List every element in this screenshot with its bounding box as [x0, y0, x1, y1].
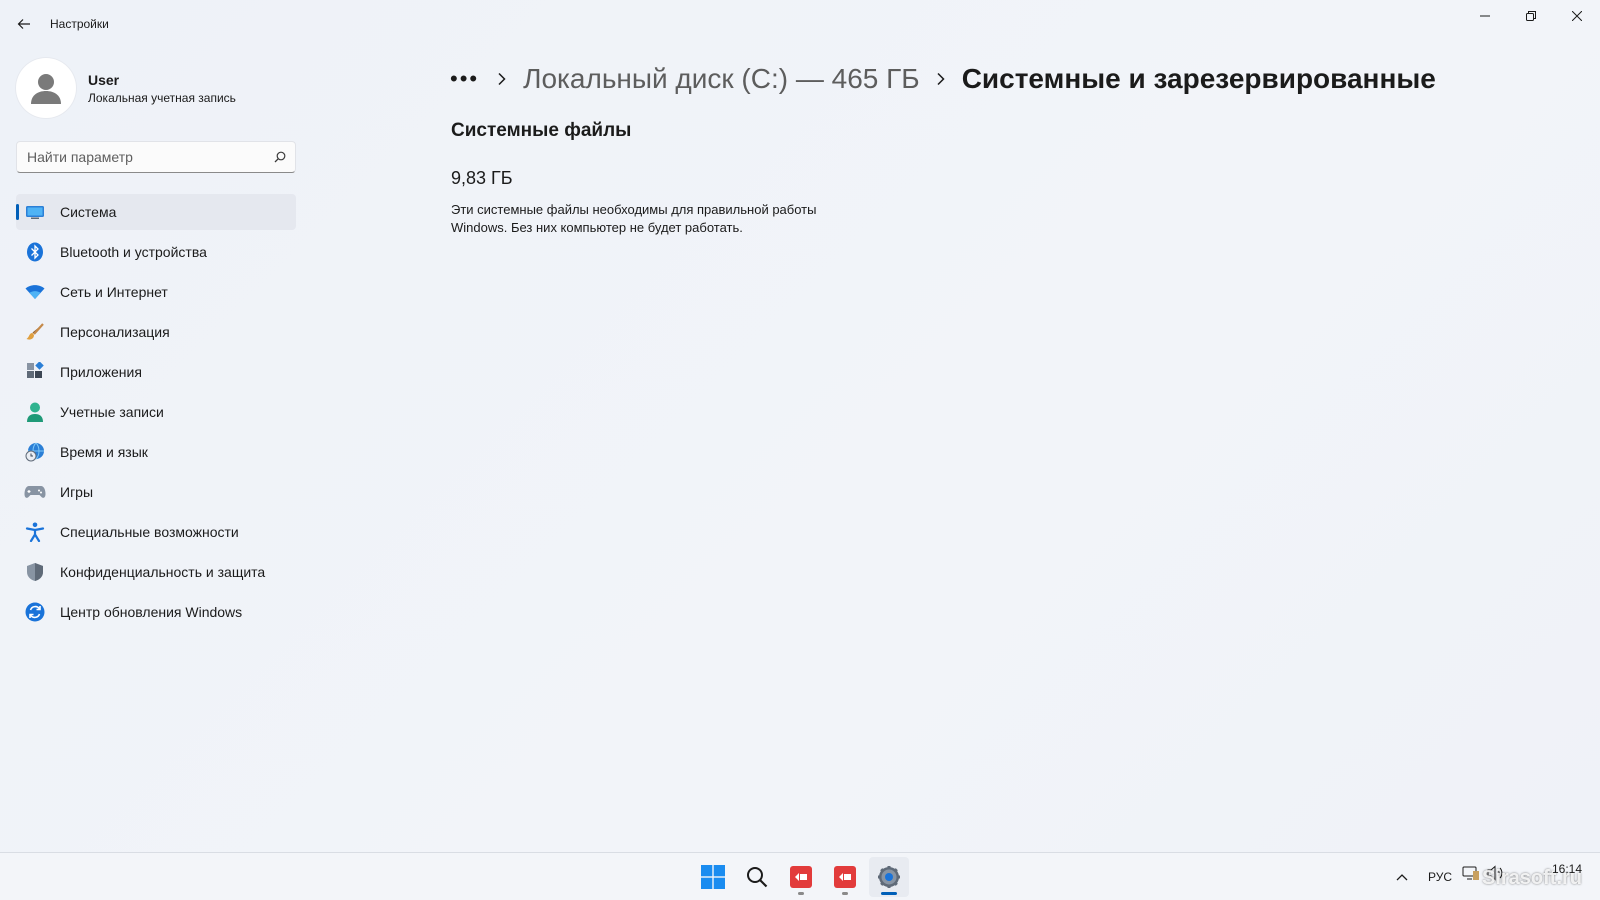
accessibility-icon: [24, 521, 46, 543]
avatar[interactable]: [16, 58, 76, 118]
bluetooth-icon: [24, 241, 46, 263]
running-indicator: [798, 892, 804, 895]
active-indicator: [881, 892, 897, 895]
user-name: User: [88, 72, 120, 88]
search-box: [16, 141, 296, 173]
breadcrumb-local-disk[interactable]: Локальный диск (C:) — 465 ГБ: [523, 63, 920, 95]
sidebar-item-label: Учетные записи: [60, 404, 164, 420]
globe-clock-icon: [24, 441, 46, 463]
language-indicator[interactable]: РУС: [1428, 870, 1452, 884]
sidebar-item-label: Персонализация: [60, 324, 170, 340]
system-files-size: 9,83 ГБ: [451, 168, 513, 188]
apps-icon: [24, 361, 46, 383]
search-icon: [747, 867, 768, 888]
sidebar-item-system[interactable]: Система: [16, 194, 296, 230]
search-input[interactable]: [17, 142, 265, 172]
sidebar-item-network[interactable]: Сеть и Интернет: [16, 274, 296, 310]
settings-window: Настройки User Локальная учетная запись: [0, 0, 1600, 852]
sidebar-item-gaming[interactable]: Игры: [16, 474, 296, 510]
show-hidden-icons-button[interactable]: [1390, 865, 1414, 889]
chevron-right-icon: [936, 72, 946, 86]
sidebar-item-label: Сеть и Интернет: [60, 284, 168, 300]
arrow-left-icon: [17, 19, 30, 29]
app-red-icon: [790, 866, 812, 888]
gamepad-icon: [24, 481, 46, 503]
close-button[interactable]: [1554, 0, 1600, 32]
sidebar-item-label: Bluetooth и устройства: [60, 244, 207, 260]
breadcrumb: ••• Локальный диск (C:) — 465 ГБ Системн…: [450, 58, 1436, 100]
settings-icon: [878, 866, 900, 888]
accounts-icon: [24, 401, 46, 423]
sidebar-item-label: Центр обновления Windows: [60, 604, 243, 620]
brush-icon: [24, 321, 46, 343]
sidebar-item-label: Система: [60, 204, 117, 220]
account-type: Локальная учетная запись: [88, 91, 236, 105]
running-indicator: [842, 892, 848, 895]
sidebar-item-windows-update[interactable]: Центр обновления Windows: [16, 594, 296, 630]
wifi-icon: [24, 281, 46, 303]
taskbar-settings[interactable]: [869, 857, 909, 897]
clock[interactable]: 16:14: [1552, 862, 1582, 876]
sidebar-item-label: Приложения: [60, 364, 142, 380]
user-icon: [31, 74, 61, 104]
shield-icon: [24, 561, 46, 583]
app-red-icon-2: [834, 866, 856, 888]
system-icon: [24, 201, 46, 223]
section-title: Системные файлы: [451, 120, 632, 141]
sidebar-item-bluetooth[interactable]: Bluetooth и устройства: [16, 234, 296, 270]
taskbar-app-2[interactable]: [825, 857, 865, 897]
sidebar-item-time-language[interactable]: Время и язык: [16, 434, 296, 470]
sidebar-item-label: Специальные возможности: [60, 524, 239, 540]
sidebar-item-personalization[interactable]: Персонализация: [16, 314, 296, 350]
taskbar-search-button[interactable]: [737, 857, 777, 897]
minimize-icon: [1480, 15, 1490, 17]
breadcrumb-more-button[interactable]: •••: [450, 66, 479, 92]
app-title: Настройки: [50, 17, 109, 31]
chevron-right-icon: [497, 72, 507, 86]
sidebar-item-label: Конфиденциальность и защита: [60, 564, 266, 580]
close-icon: [1572, 11, 1582, 21]
restore-icon: [1526, 11, 1536, 21]
minimize-button[interactable]: [1462, 0, 1508, 32]
page-title: Системные и зарезервированные: [961, 63, 1436, 94]
sidebar-item-privacy[interactable]: Конфиденциальность и защита: [16, 554, 296, 590]
update-icon: [24, 601, 46, 623]
title-bar: Настройки: [0, 0, 1600, 48]
back-button[interactable]: [10, 10, 38, 38]
system-files-description: Эти системные файлы необходимы для прави…: [451, 202, 817, 235]
taskbar: РУС Sirasoft.ru 16:14: [0, 852, 1600, 900]
taskbar-app-1[interactable]: [781, 857, 821, 897]
sidebar-item-accounts[interactable]: Учетные записи: [16, 394, 296, 430]
sidebar-nav: Система Bluetooth и устройства Сеть и Ин…: [16, 194, 296, 634]
restore-button[interactable]: [1508, 0, 1554, 32]
start-button[interactable]: [693, 857, 733, 897]
sidebar-item-label: Время и язык: [60, 444, 148, 460]
windows-start-icon: [701, 865, 725, 889]
network-icon[interactable]: [1462, 865, 1480, 881]
chevron-up-icon: [1396, 874, 1408, 881]
sidebar-item-accessibility[interactable]: Специальные возможности: [16, 514, 296, 550]
search-icon[interactable]: [265, 151, 295, 163]
sidebar-item-label: Игры: [60, 484, 94, 500]
sidebar-item-apps[interactable]: Приложения: [16, 354, 296, 390]
